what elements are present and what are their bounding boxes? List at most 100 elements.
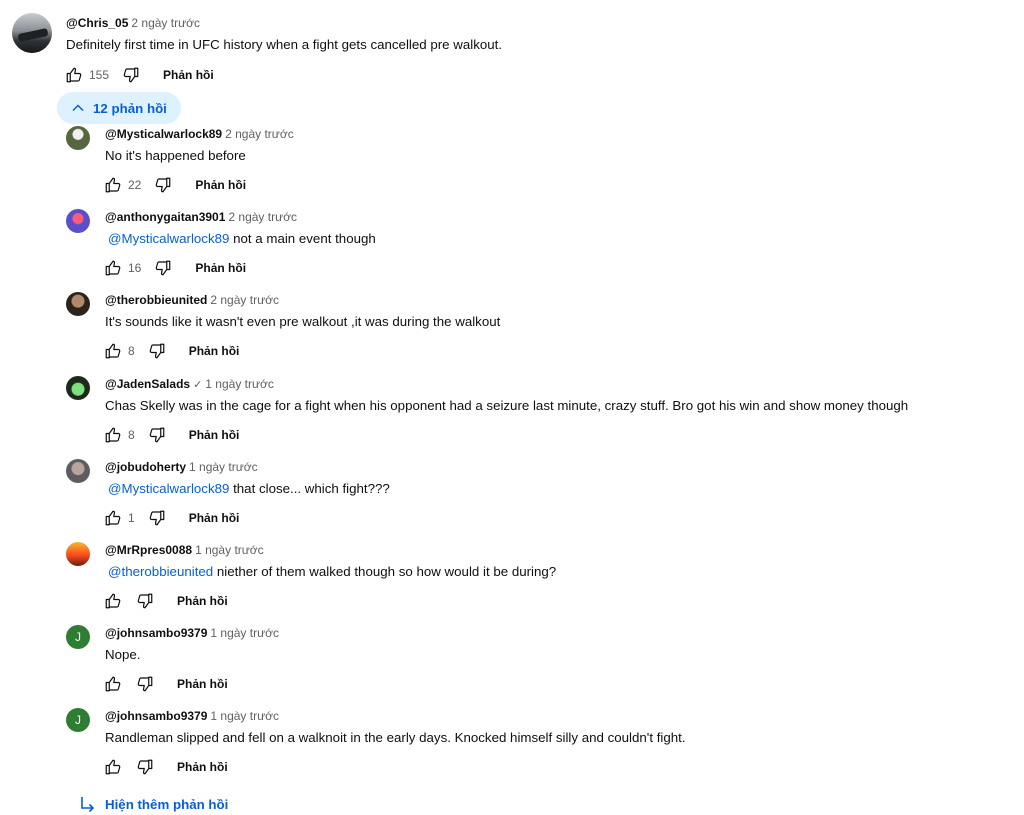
timestamp[interactable]: 1 ngày trước bbox=[205, 377, 274, 391]
avatar[interactable] bbox=[66, 126, 90, 150]
reply-body: not a main event though bbox=[233, 231, 376, 246]
reply-button[interactable]: Phản hồi bbox=[189, 428, 240, 442]
timestamp[interactable]: 2 ngày trước bbox=[228, 210, 297, 224]
thumbs-up-icon[interactable] bbox=[103, 258, 123, 278]
avatar[interactable] bbox=[66, 292, 90, 316]
reply-button[interactable]: Phản hồi bbox=[195, 178, 246, 192]
thumbs-up-icon[interactable] bbox=[103, 508, 123, 528]
thumbs-down-icon[interactable] bbox=[147, 508, 167, 528]
thumbs-down-icon[interactable] bbox=[135, 674, 155, 694]
reply-item: @jobudoherty 1 ngày trước @Mysticalwarloc… bbox=[66, 459, 1006, 539]
timestamp[interactable]: 1 ngày trước bbox=[210, 709, 279, 723]
reply-actions: 1 Phản hồi bbox=[103, 508, 239, 528]
show-more-replies-button[interactable]: Hiện thêm phản hồi bbox=[78, 795, 228, 813]
timestamp[interactable]: 1 ngày trước bbox=[189, 460, 258, 474]
reply-body: Chas Skelly was in the cage for a fight … bbox=[105, 398, 909, 413]
like-count: 1 bbox=[128, 511, 135, 525]
thumbs-up-icon[interactable] bbox=[103, 757, 123, 777]
avatar[interactable]: J bbox=[66, 708, 90, 732]
timestamp[interactable]: 1 ngày trước bbox=[195, 543, 264, 557]
author-handle[interactable]: @anthonygaitan3901 bbox=[105, 210, 225, 224]
reply-actions: 8 Phản hồi bbox=[103, 341, 239, 361]
reply-actions: 22 Phản hồi bbox=[103, 175, 246, 195]
author-handle[interactable]: @therobbieunited bbox=[105, 293, 207, 307]
reply-header: @johnsambo9379 1 ngày trước bbox=[105, 709, 279, 723]
thumbs-down-icon[interactable] bbox=[147, 341, 167, 361]
like-count: 8 bbox=[128, 344, 135, 358]
author-handle[interactable]: @jobudoherty bbox=[105, 460, 186, 474]
avatar[interactable]: J bbox=[66, 625, 90, 649]
reply-button[interactable]: Phản hồi bbox=[163, 68, 214, 82]
author-handle[interactable]: @MrRpres0088 bbox=[105, 543, 192, 557]
thumbs-down-icon[interactable] bbox=[121, 65, 141, 85]
thumbs-down-icon[interactable] bbox=[153, 175, 173, 195]
author-handle[interactable]: @johnsambo9379 bbox=[105, 626, 207, 640]
reply-actions: Phản hồi bbox=[103, 757, 228, 777]
reply-header: @JadenSalads ✓ 1 ngày trước bbox=[105, 377, 274, 391]
thumbs-up-icon[interactable] bbox=[103, 674, 123, 694]
avatar[interactable] bbox=[66, 459, 90, 483]
reply-header: @jobudoherty 1 ngày trước bbox=[105, 460, 258, 474]
replies-toggle-button[interactable]: 12 phản hồi bbox=[57, 92, 181, 124]
comment-header: @Chris_05 2 ngày trước bbox=[66, 16, 200, 30]
timestamp[interactable]: 2 ngày trước bbox=[131, 16, 200, 30]
mention-link[interactable]: @Mysticalwarlock89 bbox=[108, 481, 229, 496]
thumbs-up-icon[interactable] bbox=[103, 591, 123, 611]
show-more-replies-label: Hiện thêm phản hồi bbox=[105, 796, 229, 812]
reply-button[interactable]: Phản hồi bbox=[189, 344, 240, 358]
thumbs-up-icon[interactable] bbox=[64, 65, 84, 85]
thumbs-up-icon[interactable] bbox=[103, 425, 123, 445]
reply-arrow-icon bbox=[78, 795, 96, 813]
author-handle[interactable]: @johnsambo9379 bbox=[105, 709, 207, 723]
timestamp[interactable]: 2 ngày trước bbox=[210, 293, 279, 307]
comment-text: Definitely first time in UFC history whe… bbox=[66, 37, 503, 52]
reply-button[interactable]: Phản hồi bbox=[177, 760, 228, 774]
reply-button[interactable]: Phản hồi bbox=[177, 677, 228, 691]
timestamp[interactable]: 1 ngày trước bbox=[210, 626, 279, 640]
reply-item: @Mysticalwarlock89 2 ngày trước No it's h… bbox=[66, 126, 1006, 206]
reply-body: No it's happened before bbox=[105, 148, 246, 163]
reply-item: @anthonygaitan3901 2 ngày trước @Mystical… bbox=[66, 209, 1006, 289]
reply-text: Nope. bbox=[105, 647, 140, 662]
reply-item: @JadenSalads ✓ 1 ngày trước Chas Skelly wa… bbox=[66, 376, 1006, 456]
reply-actions: Phản hồi bbox=[103, 591, 228, 611]
reply-header: @johnsambo9379 1 ngày trước bbox=[105, 626, 279, 640]
reply-button[interactable]: Phản hồi bbox=[189, 511, 240, 525]
author-handle[interactable]: @Chris_05 bbox=[66, 16, 128, 30]
mention-link[interactable]: @therobbieunited bbox=[108, 564, 213, 579]
like-count: 155 bbox=[89, 68, 110, 82]
reply-button[interactable]: Phản hồi bbox=[195, 261, 246, 275]
reply-item: J @johnsambo9379 1 ngày trước Nope. Phản … bbox=[66, 625, 1006, 705]
avatar[interactable] bbox=[66, 542, 90, 566]
reply-actions: Phản hồi bbox=[103, 674, 228, 694]
like-count: 16 bbox=[128, 261, 142, 275]
avatar[interactable] bbox=[66, 376, 90, 400]
thumbs-up-icon[interactable] bbox=[103, 175, 123, 195]
thumbs-down-icon[interactable] bbox=[135, 757, 155, 777]
avatar[interactable] bbox=[12, 13, 52, 53]
avatar[interactable] bbox=[66, 209, 90, 233]
reply-text: @Mysticalwarlock89 that close... which f… bbox=[105, 481, 390, 496]
reply-actions: 16 Phản hồi bbox=[103, 258, 246, 278]
reply-header: @Mysticalwarlock89 2 ngày trước bbox=[105, 127, 294, 141]
reply-text: Randleman slipped and fell on a walknoit… bbox=[105, 730, 686, 745]
author-handle[interactable]: @JadenSalads bbox=[105, 377, 190, 391]
author-handle[interactable]: @Mysticalwarlock89 bbox=[105, 127, 222, 141]
reply-body: niether of them walked though so how wou… bbox=[216, 564, 557, 579]
timestamp[interactable]: 2 ngày trước bbox=[225, 127, 294, 141]
thumbs-up-icon[interactable] bbox=[103, 341, 123, 361]
reply-button[interactable]: Phản hồi bbox=[177, 594, 228, 608]
thumbs-down-icon[interactable] bbox=[147, 425, 167, 445]
verified-check-icon: ✓ bbox=[193, 379, 203, 391]
thumbs-down-icon[interactable] bbox=[153, 258, 173, 278]
reply-text: @therobbieunited niether of them walked … bbox=[105, 564, 556, 579]
reply-text: @Mysticalwarlock89 not a main event thou… bbox=[105, 231, 376, 246]
like-count: 8 bbox=[128, 428, 135, 442]
reply-header: @anthonygaitan3901 2 ngày trước bbox=[105, 210, 297, 224]
mention-link[interactable]: @Mysticalwarlock89 bbox=[108, 231, 229, 246]
reply-body: Randleman slipped and fell on a walknoit… bbox=[105, 730, 686, 745]
avatar-letter: J bbox=[75, 630, 81, 644]
reply-body: Nope. bbox=[105, 647, 141, 662]
reply-item: @MrRpres0088 1 ngày trước @therobbieunite… bbox=[66, 542, 1006, 622]
thumbs-down-icon[interactable] bbox=[135, 591, 155, 611]
